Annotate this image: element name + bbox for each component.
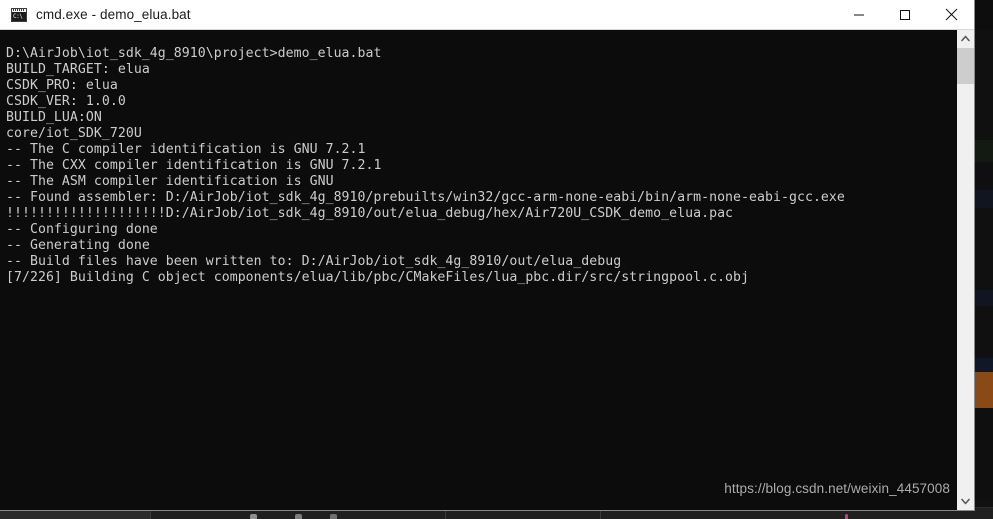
background-window-sliver	[975, 162, 993, 190]
scroll-up-button[interactable]	[957, 30, 974, 47]
background-window-sliver	[973, 140, 993, 162]
maximize-button[interactable]	[882, 0, 928, 29]
minimize-icon	[854, 14, 864, 15]
console-line: !!!!!!!!!!!!!!!!!!!!D:/AirJob/iot_sdk_4g…	[6, 206, 734, 221]
icon-prompt-text: C:\	[12, 11, 26, 21]
console-text: D:\AirJob\iot_sdk_4g_8910\project>demo_e…	[6, 46, 952, 286]
taskbar-item-icon[interactable]	[295, 514, 302, 519]
title-bar[interactable]: C:\ cmd.exe - demo_elua.bat	[0, 0, 974, 30]
console-line: -- Configuring done	[6, 222, 158, 237]
console-line: CSDK_PRO: elua	[6, 78, 118, 93]
scrollbar-track[interactable]	[957, 84, 974, 493]
close-button[interactable]	[928, 0, 974, 29]
background-window-sliver	[975, 372, 993, 408]
vertical-scrollbar[interactable]	[956, 30, 974, 510]
window-title: cmd.exe - demo_elua.bat	[36, 7, 191, 22]
background-window-sliver	[975, 208, 993, 290]
icon-titlebar-stripe	[13, 8, 25, 11]
background-window-sliver	[975, 408, 993, 500]
minimize-button[interactable]	[836, 0, 882, 29]
console-line: D:\AirJob\iot_sdk_4g_8910\project>demo_e…	[6, 46, 382, 61]
console-line: BUILD_LUA:ON	[6, 110, 102, 125]
maximize-icon	[900, 9, 910, 20]
taskbar-item-icon[interactable]	[250, 514, 257, 519]
taskbar-item-icon[interactable]	[330, 514, 337, 519]
scrollbar-thumb[interactable]	[957, 48, 974, 84]
background-window-sliver	[975, 30, 993, 140]
console-line: -- The CXX compiler identification is GN…	[6, 158, 382, 173]
watermark-text: https://blog.csdn.net/weixin_4457008	[724, 481, 950, 496]
console-line: -- The ASM compiler identification is GN…	[6, 174, 334, 189]
console-line: -- Found assembler: D:/AirJob/iot_sdk_4g…	[6, 190, 845, 205]
console-line: -- Build files have been written to: D:/…	[6, 254, 622, 269]
background-window-sliver	[975, 0, 993, 30]
background-window-sliver	[975, 306, 993, 358]
background-window-sliver	[972, 358, 993, 372]
chevron-up-icon	[961, 35, 970, 42]
scroll-down-button[interactable]	[957, 493, 974, 510]
cmd-console-icon: C:\	[11, 7, 27, 22]
window-controls[interactable]	[836, 0, 974, 29]
text-cursor	[6, 286, 14, 302]
close-icon	[945, 8, 957, 21]
chevron-down-icon	[961, 498, 970, 505]
background-window-sliver	[972, 290, 993, 306]
taskbar-item-icon[interactable]	[845, 514, 848, 519]
console-line: BUILD_TARGET: elua	[6, 62, 150, 77]
console-line: CSDK_VER: 1.0.0	[6, 94, 126, 109]
cmd-console-window[interactable]: C:\ cmd.exe - demo_elua.bat D:\AirJob\io…	[0, 0, 975, 511]
console-line: -- Generating done	[6, 238, 150, 253]
console-line: core/iot_SDK_720U	[6, 126, 142, 141]
background-window-sliver	[972, 190, 993, 208]
desktop-backdrop: C:\ cmd.exe - demo_elua.bat D:\AirJob\io…	[0, 0, 993, 519]
console-line: -- The C compiler identification is GNU …	[6, 142, 366, 157]
console-output-area[interactable]: D:\AirJob\iot_sdk_4g_8910\project>demo_e…	[0, 30, 974, 510]
console-line: [7/226] Building C object components/elu…	[6, 270, 750, 285]
